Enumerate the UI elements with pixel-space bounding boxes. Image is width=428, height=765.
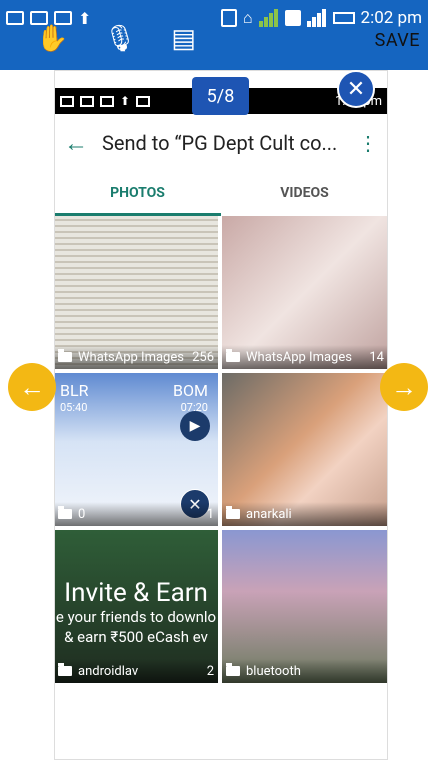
airline-from: BLR bbox=[60, 381, 89, 400]
image-icon bbox=[136, 95, 151, 107]
folder-count: 256 bbox=[192, 349, 214, 365]
screenshot-preview: ⬆ 1:59 pm ← Send to “PG Dept Cult co... … bbox=[54, 70, 388, 760]
folder-tile[interactable]: WhatsApp Images 256 bbox=[54, 216, 218, 369]
folder-name: anarkali bbox=[246, 506, 292, 522]
gmail-icon bbox=[100, 95, 114, 107]
airline-dep: 05:40 bbox=[60, 401, 88, 414]
touch-icon[interactable]: ✋ bbox=[36, 24, 68, 54]
vibrate-icon bbox=[220, 9, 237, 27]
folder-tile[interactable]: anarkali bbox=[222, 373, 388, 526]
wifi-icon: ⌂ bbox=[242, 8, 253, 27]
folder-grid: WhatsApp Images 256 WhatsApp Images 14 B… bbox=[54, 216, 388, 683]
upload-icon: ⬆ bbox=[120, 94, 131, 108]
media-tabs: PHOTOS VIDEOS bbox=[54, 180, 388, 216]
r-badge-icon bbox=[284, 10, 301, 26]
folder-icon bbox=[58, 663, 72, 676]
folder-count: 14 bbox=[369, 349, 384, 365]
back-arrow-icon[interactable]: ← bbox=[58, 129, 94, 158]
folder-tile[interactable]: WhatsApp Images 14 bbox=[222, 216, 388, 369]
notification-icon bbox=[60, 95, 74, 107]
folder-name: 0 bbox=[78, 506, 86, 522]
microphone-icon[interactable]: 🎙 bbox=[103, 24, 136, 54]
invite-title: Invite & Earn bbox=[64, 578, 208, 608]
folder-icon bbox=[58, 349, 72, 362]
signal-icon-2 bbox=[306, 9, 327, 27]
signal-icon bbox=[258, 9, 279, 27]
play-icon[interactable]: ▶ bbox=[180, 411, 210, 441]
close-preview-icon[interactable]: ✕ bbox=[337, 70, 375, 108]
battery-icon bbox=[332, 12, 355, 24]
folder-tile[interactable]: BLR BOM 05:40 07:20 ▶ ✕ 0 1 bbox=[54, 373, 218, 526]
gmail-icon bbox=[30, 11, 48, 25]
folder-label: anarkali bbox=[222, 502, 388, 526]
folder-name: WhatsApp Images bbox=[246, 349, 352, 365]
next-arrow-icon[interactable]: → bbox=[380, 363, 428, 411]
folder-label: 0 1 bbox=[54, 502, 218, 526]
invite-line2: & earn ₹500 eCash ev bbox=[64, 628, 208, 646]
overflow-menu-icon[interactable]: ⋮ bbox=[358, 131, 378, 155]
previous-arrow-icon[interactable]: ← bbox=[8, 363, 56, 411]
folder-label: WhatsApp Images 14 bbox=[222, 345, 388, 369]
page-counter: 5/8 bbox=[192, 77, 249, 115]
folder-label: bluetooth bbox=[222, 659, 388, 683]
folder-tile[interactable]: bluetooth bbox=[222, 530, 388, 683]
folder-count: 2 bbox=[206, 663, 214, 679]
save-button[interactable]: SAVE bbox=[375, 30, 420, 51]
folder-count: 1 bbox=[206, 506, 214, 522]
folder-icon bbox=[226, 663, 240, 676]
folder-name: bluetooth bbox=[246, 663, 301, 679]
toolbar: ← Send to “PG Dept Cult co... ⋮ bbox=[54, 120, 388, 166]
invite-line1: e your friends to downlo bbox=[55, 608, 217, 626]
tab-photos[interactable]: PHOTOS bbox=[54, 180, 221, 216]
airline-to: BOM bbox=[173, 381, 208, 400]
folder-label: androidlav 2 bbox=[54, 659, 218, 683]
folder-name: androidlav bbox=[78, 663, 139, 679]
folder-label: WhatsApp Images 256 bbox=[54, 345, 218, 369]
gmail-icon bbox=[80, 95, 94, 107]
outer-actions: ✋ 🎙 ▤ bbox=[36, 24, 196, 54]
page-title: Send to “PG Dept Cult co... bbox=[102, 131, 338, 155]
folder-icon bbox=[226, 506, 240, 519]
tab-videos[interactable]: VIDEOS bbox=[221, 180, 388, 216]
folder-tile[interactable]: Invite & Earn e your friends to downlo &… bbox=[54, 530, 218, 683]
notification-icon bbox=[6, 11, 24, 25]
folder-icon bbox=[226, 349, 240, 362]
folder-name: WhatsApp Images bbox=[78, 349, 184, 365]
status-time: 2:02 pm bbox=[360, 8, 422, 28]
message-icon[interactable]: ▤ bbox=[171, 24, 196, 54]
gmail-icon bbox=[54, 11, 72, 25]
folder-icon bbox=[58, 506, 72, 519]
